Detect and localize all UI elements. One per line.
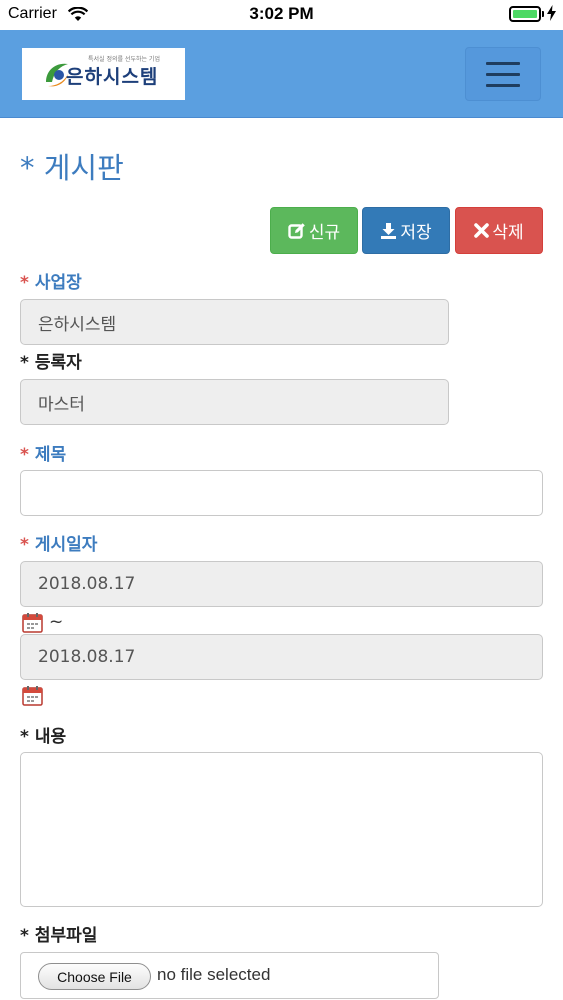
post-date-to-field[interactable]: 2018.08.17	[20, 634, 543, 680]
attachment-label: * 첨부파일	[20, 926, 98, 946]
battery-level	[513, 10, 537, 18]
clock: 3:02 PM	[249, 4, 314, 23]
subject-input[interactable]	[20, 470, 543, 516]
save-button[interactable]: 저장	[362, 207, 450, 254]
delete-button-label: 삭제	[492, 223, 524, 243]
charging-bolt-icon	[547, 5, 556, 25]
workplace-value: 은하시스템	[38, 314, 117, 335]
menu-toggle-button[interactable]	[465, 47, 541, 101]
close-icon	[474, 223, 490, 238]
workplace-label: * 사업장	[20, 273, 82, 293]
page-title: * 게시판	[20, 151, 124, 185]
registrant-value: 마스터	[38, 394, 85, 415]
choose-file-button[interactable]: Choose File	[38, 963, 151, 990]
date-range-separator: ~	[49, 612, 64, 632]
header-navbar: 특서실 정의를 선두하는 기업 은하시스템	[0, 30, 563, 118]
content-label: * 내용	[20, 727, 67, 747]
new-button-label: 신규	[308, 223, 341, 243]
logo-text: 은하시스템	[66, 66, 159, 88]
company-logo[interactable]: 특서실 정의를 선두하는 기업 은하시스템	[22, 48, 185, 100]
calendar-icon[interactable]	[22, 612, 43, 633]
download-icon	[380, 222, 397, 239]
save-button-label: 저장	[400, 223, 432, 243]
delete-button[interactable]: 삭제	[455, 207, 543, 254]
post-date-from-field[interactable]: 2018.08.17	[20, 561, 543, 607]
calendar-icon[interactable]	[22, 685, 43, 706]
post-date-label: * 게시일자	[20, 535, 98, 555]
status-bar: Carrier 3:02 PM	[0, 0, 563, 30]
file-status-text: no file selected	[157, 965, 271, 984]
battery-icon	[509, 6, 541, 22]
content-textarea[interactable]	[20, 752, 543, 907]
registrant-label: * 등록자	[20, 353, 82, 373]
new-button[interactable]: 신규	[270, 207, 358, 254]
subject-label: * 제목	[20, 445, 67, 465]
post-date-from-value: 2018.08.17	[38, 574, 136, 594]
post-date-to-value: 2018.08.17	[38, 647, 136, 667]
workplace-field[interactable]: 은하시스템	[20, 299, 449, 345]
registrant-field[interactable]: 마스터	[20, 379, 449, 425]
battery-tip	[542, 11, 544, 17]
attachment-file-input: Choose File no file selected	[20, 952, 439, 999]
edit-icon	[288, 222, 306, 240]
